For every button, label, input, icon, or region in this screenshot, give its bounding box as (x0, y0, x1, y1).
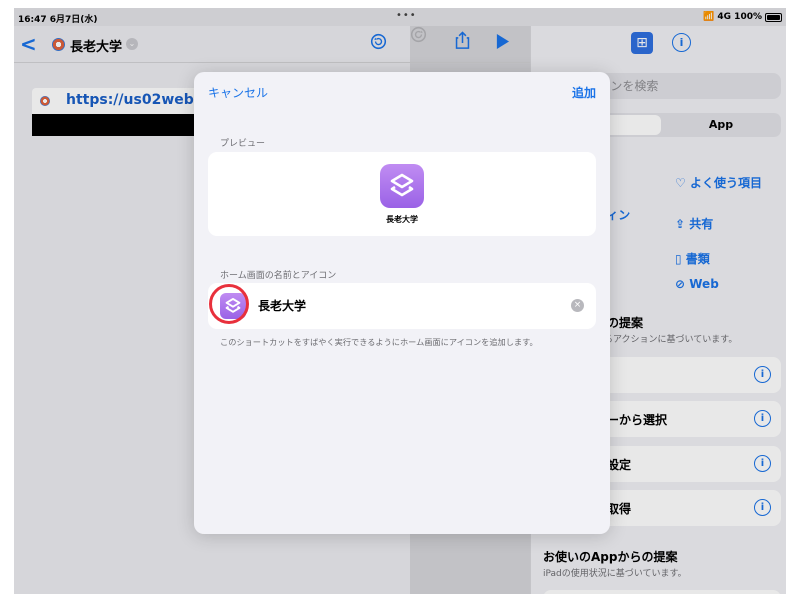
shortcut-layers-icon (380, 164, 424, 208)
home-name-input[interactable]: 長老大学 (258, 297, 306, 314)
preview-card: 長老大学 (208, 152, 596, 236)
highlight-circle (209, 284, 249, 324)
home-name-row: 長老大学 × (208, 283, 596, 329)
preview-label: 長老大学 (386, 215, 418, 224)
clear-text-icon[interactable]: × (571, 299, 584, 312)
ipad-screen: 16:47 6月7日(水) ••• 📶 4G 100% < 長老大学 ⌄ htt… (14, 8, 786, 594)
home-name-icon-header: ホーム画面の名前とアイコン (220, 271, 337, 281)
home-description: このショートカットをすばやく実行できるようにホーム画面にアイコンを追加します。 (220, 337, 538, 347)
add-to-home-screen-sheet: キャンセル 追加 プレビュー 長老大学 ホーム画面の名前とアイコン 長老大学 ×… (194, 72, 610, 534)
add-button[interactable]: 追加 (572, 84, 596, 101)
preview-header: プレビュー (220, 139, 266, 149)
cancel-button[interactable]: キャンセル (208, 84, 268, 101)
